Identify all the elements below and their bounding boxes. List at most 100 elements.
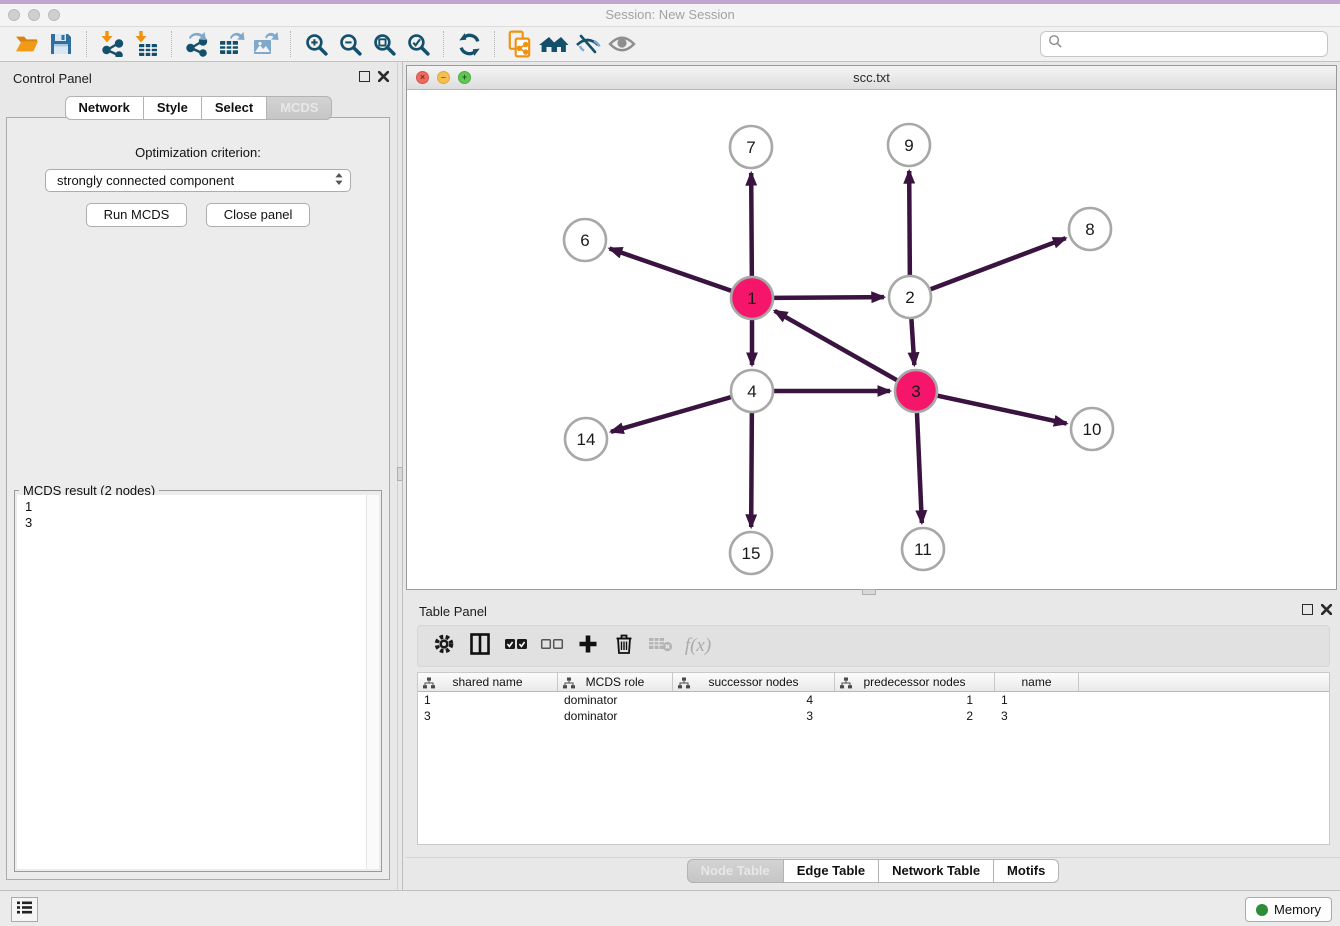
graph-edge-3-1[interactable]	[775, 311, 897, 380]
scrollbar[interactable]	[366, 495, 379, 869]
tab-select[interactable]: Select	[201, 96, 267, 120]
zoom-out-button[interactable]	[333, 30, 367, 58]
graph-edge-4-15[interactable]	[751, 413, 752, 527]
tab-node-table[interactable]: Node Table	[687, 859, 784, 883]
graph-edge-2-8[interactable]	[931, 238, 1066, 289]
column-header-label: predecessor nodes	[863, 675, 965, 689]
toolbar-separator	[171, 31, 172, 57]
graph-edge-1-7[interactable]	[751, 173, 752, 276]
deselect-all-button[interactable]	[534, 631, 570, 661]
save-disk-icon	[49, 32, 73, 56]
save-session-button[interactable]	[44, 30, 78, 58]
trash-icon	[614, 632, 634, 660]
float-panel-icon[interactable]	[1302, 604, 1313, 615]
table-cell: 4	[673, 693, 835, 707]
delete-table-icon	[648, 635, 673, 658]
graph-edge-3-11[interactable]	[917, 413, 922, 523]
network-window-titlebar[interactable]: × – + scc.txt	[407, 66, 1336, 90]
table-cell: dominator	[558, 709, 673, 723]
clone-network-button[interactable]	[503, 30, 537, 58]
svg-text:1: 1	[747, 289, 756, 308]
graph-node-8[interactable]: 8	[1069, 208, 1111, 250]
float-panel-icon[interactable]	[359, 71, 370, 82]
graph-edge-1-2[interactable]	[774, 297, 884, 298]
mcds-result-area[interactable]: 13	[17, 495, 379, 869]
show-columns-button[interactable]	[462, 631, 498, 661]
table-row[interactable]: 3dominator323	[418, 708, 1329, 724]
graph-edge-3-10[interactable]	[938, 396, 1067, 424]
delete-column-button[interactable]	[606, 631, 642, 661]
tab-mcds[interactable]: MCDS	[266, 96, 332, 120]
memory-button[interactable]: Memory	[1245, 897, 1332, 922]
import-table-button[interactable]	[129, 30, 163, 58]
tab-edge-table[interactable]: Edge Table	[783, 859, 879, 883]
close-panel-icon[interactable]	[378, 71, 389, 82]
first-neighbors-button[interactable]	[537, 30, 571, 58]
tab-motifs[interactable]: Motifs	[993, 859, 1059, 883]
graph-node-14[interactable]: 14	[565, 418, 607, 460]
select-all-button[interactable]	[498, 631, 534, 661]
search-icon	[1048, 34, 1063, 54]
table-cell: 3	[995, 709, 1079, 723]
export-image-button[interactable]	[248, 30, 282, 58]
svg-text:15: 15	[742, 544, 761, 563]
table-header-row: shared nameMCDS rolesuccessor nodes prede…	[418, 673, 1329, 692]
plus-icon	[577, 633, 599, 660]
close-panel-button[interactable]: Close panel	[206, 203, 311, 227]
network-canvas[interactable]: 7 9 6 8 1 2 4 3 14 10 15 11	[407, 90, 1336, 589]
function-builder-button[interactable]: f(x)	[678, 631, 714, 661]
graph-node-11[interactable]: 11	[902, 528, 944, 570]
unchecked-boxes-icon	[540, 637, 564, 656]
column-header-shared-name[interactable]: shared name	[418, 673, 558, 691]
show-all-button[interactable]	[605, 30, 639, 58]
import-network-button[interactable]	[95, 30, 129, 58]
graph-node-6[interactable]: 6	[564, 219, 606, 261]
tab-network-table[interactable]: Network Table	[878, 859, 994, 883]
graph-node-1[interactable]: 1	[731, 277, 773, 319]
graph-edge-4-14[interactable]	[611, 397, 731, 432]
chevron-updown-icon	[334, 172, 344, 189]
tab-network[interactable]: Network	[65, 96, 144, 120]
task-history-button[interactable]	[11, 897, 38, 922]
export-table-button[interactable]	[214, 30, 248, 58]
svg-text:14: 14	[577, 430, 596, 449]
graph-edge-2-3[interactable]	[911, 319, 914, 365]
apply-layout-button[interactable]	[452, 30, 486, 58]
open-session-button[interactable]	[10, 30, 44, 58]
table-row[interactable]: 1dominator411	[418, 692, 1329, 708]
zoom-in-button[interactable]	[299, 30, 333, 58]
search-field[interactable]	[1040, 31, 1328, 57]
graph-node-4[interactable]: 4	[731, 370, 773, 412]
table-settings-button[interactable]	[426, 631, 462, 661]
zoom-selected-button[interactable]	[401, 30, 435, 58]
zoom-out-icon	[338, 32, 363, 57]
optimization-criterion-label: Optimization criterion:	[7, 145, 389, 160]
tab-style[interactable]: Style	[143, 96, 202, 120]
close-panel-icon[interactable]	[1321, 604, 1332, 615]
create-column-button[interactable]	[570, 631, 606, 661]
column-header-predecessor-nodes[interactable]: predecessor nodes	[835, 673, 995, 691]
export-network-button[interactable]	[180, 30, 214, 58]
graph-node-9[interactable]: 9	[888, 124, 930, 166]
svg-text:7: 7	[746, 138, 755, 157]
graph-node-10[interactable]: 10	[1071, 408, 1113, 450]
graph-node-15[interactable]: 15	[730, 532, 772, 574]
run-mcds-button[interactable]: Run MCDS	[86, 203, 188, 227]
zoom-in-icon	[304, 32, 329, 57]
control-panel-tabs: NetworkStyleSelectMCDS	[0, 96, 397, 120]
graph-node-3[interactable]: 3	[895, 370, 937, 412]
graph-edge-1-6[interactable]	[610, 249, 732, 291]
graph-node-2[interactable]: 2	[889, 276, 931, 318]
toolbar-separator	[494, 31, 495, 57]
criterion-select[interactable]: strongly connected component	[45, 169, 351, 192]
hide-selected-button[interactable]	[571, 30, 605, 58]
zoom-fit-button[interactable]	[367, 30, 401, 58]
search-input[interactable]	[1067, 34, 1327, 54]
graph-edge-2-9[interactable]	[909, 171, 910, 275]
graph-node-7[interactable]: 7	[730, 126, 772, 168]
column-header-name[interactable]: name	[995, 673, 1079, 691]
column-header-mcds-role[interactable]: MCDS role	[558, 673, 673, 691]
delete-table-button[interactable]	[642, 631, 678, 661]
houses-icon	[539, 32, 569, 56]
column-header-successor-nodes[interactable]: successor nodes	[673, 673, 835, 691]
